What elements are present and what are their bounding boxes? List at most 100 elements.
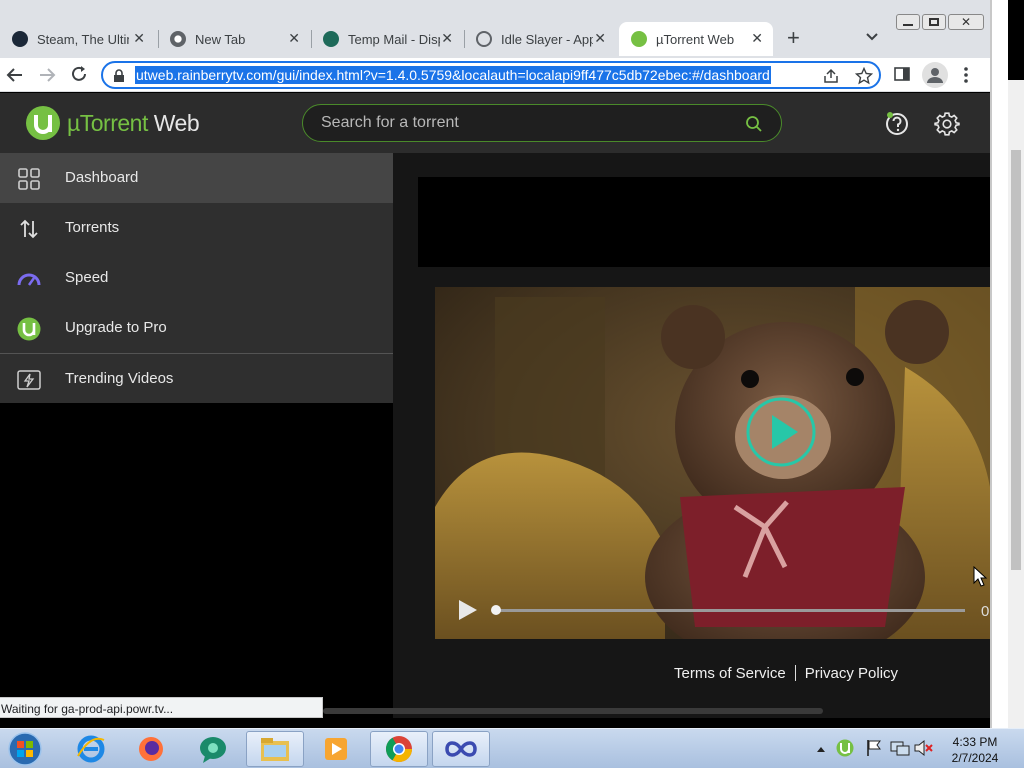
terms-of-service-link[interactable]: Terms of Service [674,665,786,682]
sidebar-item-label: Torrents [65,219,120,236]
side-panel-icon[interactable] [894,66,910,82]
steam-icon [12,31,28,47]
video-player[interactable]: 0 [435,287,990,639]
file-explorer-icon [261,738,289,761]
tab-close-icon[interactable]: ✕ [594,31,606,45]
taskbar-file-explorer[interactable] [246,731,304,767]
sidebar-item-trending-videos[interactable]: Trending Videos [0,354,393,404]
close-window-button[interactable]: ✕ [948,14,984,30]
taskbar-infinity-app[interactable] [432,731,490,767]
taskbar-media-player[interactable] [307,731,365,767]
clock-time: 4:33 PM [952,735,998,749]
infinity-app-icon [445,741,477,757]
tab-new-tab[interactable]: New Tab ✕ [158,22,310,56]
app-header: µTorrent Web [0,93,990,153]
chrome-icon [170,31,186,47]
sidebar-item-torrents[interactable]: Torrents [0,203,393,253]
tab-title: µTorrent Web [656,31,735,47]
scrollbar-thumb[interactable] [1011,150,1021,570]
taskbar-firefox[interactable] [122,731,180,767]
sidebar-item-dashboard[interactable]: Dashboard [0,153,393,203]
sidebar-item-label: Dashboard [65,169,139,186]
logo-web: Web [147,110,200,136]
chrome-icon [385,736,413,763]
minimize-button[interactable] [896,14,920,30]
speedometer-icon [17,273,41,286]
bookmark-star-icon[interactable] [855,67,873,85]
logo-torrent: Torrent [79,110,149,136]
media-player-icon [325,738,347,760]
tab-close-icon[interactable]: ✕ [751,31,763,45]
globe-icon [476,31,492,47]
sidebar-item-label: Speed [65,269,109,286]
sidebar-item-speed[interactable]: Speed [0,253,393,303]
dashboard-grid-icon [18,168,40,190]
browser-toolbar: utweb.rainberrytv.com/gui/index.html?v=1… [0,58,992,92]
taskbar-chat-app[interactable] [184,731,242,767]
tab-title: Temp Mail - Disp [348,31,440,47]
dashboard-main: 0 Terms of Service Privacy Policy [323,153,990,718]
tab-steam[interactable]: Steam, The Ultim ✕ [0,22,155,56]
taskbar-internet-explorer[interactable] [62,731,120,767]
action-center-flag-icon[interactable] [866,739,882,757]
settings-gear-icon[interactable] [934,111,960,137]
tab-idle-slayer[interactable]: Idle Slayer - App ✕ [464,22,616,56]
share-icon[interactable] [823,68,839,84]
sidebar-item-label: Upgrade to Pro [65,319,167,336]
search-icon[interactable] [745,115,763,133]
clock-date: 2/7/2024 [951,751,999,765]
new-tab-button[interactable]: + [787,27,800,49]
search-input[interactable] [321,113,721,133]
privacy-policy-link[interactable]: Privacy Policy [805,665,898,682]
url-text[interactable]: utweb.rainberrytv.com/gui/index.html?v=1… [135,66,771,84]
back-arrow-icon[interactable] [6,66,24,84]
utorrent-logo-icon[interactable] [25,105,61,141]
ad-banner[interactable] [418,177,990,267]
reload-icon[interactable] [70,65,88,83]
network-icon[interactable] [890,739,910,757]
profile-avatar[interactable] [922,62,948,88]
address-bar[interactable]: utweb.rainberrytv.com/gui/index.html?v=1… [101,61,881,89]
tray-utorrent-icon[interactable] [836,739,854,757]
person-icon [927,68,943,83]
sidebar: Dashboard Torrents Speed Upgrade to Pro … [0,153,393,403]
tab-close-icon[interactable]: ✕ [288,31,300,45]
tab-utorrent-web[interactable]: µTorrent Web ✕ [619,22,773,56]
tab-search-chevron-icon[interactable] [866,33,878,41]
internet-explorer-icon [77,735,105,763]
video-thumbnail [435,287,990,639]
lock-icon[interactable] [113,69,125,83]
taskbar-chrome[interactable] [370,731,428,767]
horizontal-scrollbar[interactable] [323,708,823,714]
play-circle-icon[interactable] [744,395,818,469]
forward-arrow-icon[interactable] [38,66,56,84]
sidebar-item-upgrade[interactable]: Upgrade to Pro [0,303,393,353]
logo-mu: µ [67,110,80,136]
footer-separator [794,665,796,681]
tab-title: Steam, The Ultim [37,31,129,47]
up-down-arrows-icon [20,219,38,239]
vertical-scrollbar[interactable] [1008,80,1024,730]
footer-links: Terms of Service Privacy Policy [674,665,898,682]
tab-temp-mail[interactable]: Temp Mail - Disp ✕ [311,22,463,56]
tab-close-icon[interactable]: ✕ [133,31,145,45]
more-menu-icon[interactable] [963,66,969,84]
lightning-icon [17,370,41,390]
utorrent-icon [631,31,647,47]
tab-close-icon[interactable]: ✕ [441,31,453,45]
video-progress-handle[interactable] [491,605,501,615]
video-progress-track[interactable] [491,605,965,615]
tray-expand-icon[interactable] [816,745,826,753]
play-control-icon[interactable] [455,597,481,623]
tab-title: New Tab [195,31,246,47]
start-orb-icon[interactable] [6,731,44,767]
search-box[interactable] [302,104,782,142]
help-icon[interactable] [885,111,911,137]
volume-muted-icon[interactable] [914,739,934,757]
tempmail-icon [323,31,339,47]
firefox-icon [139,737,163,761]
browser-tab-strip: Steam, The Ultim ✕ New Tab ✕ Temp Mail -… [0,0,992,58]
system-clock[interactable]: 4:33 PM 2/7/2024 [940,734,1010,766]
maximize-button[interactable] [922,14,946,30]
app-logo-text: µTorrent Web [67,110,200,137]
